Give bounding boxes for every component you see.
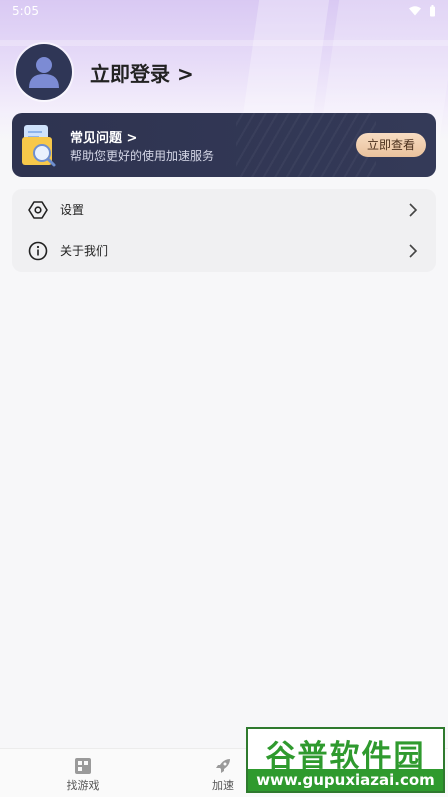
- watermark-logo: 谷普软件园 www.gupuxiazai.com: [246, 727, 445, 793]
- battery-icon: [430, 5, 435, 17]
- menu-item-label: 设置: [60, 203, 85, 217]
- menu-item-settings[interactable]: 设置: [12, 189, 436, 230]
- menu-item-about[interactable]: 关于我们: [12, 230, 436, 271]
- settings-menu: 设置 关于我们: [12, 189, 436, 272]
- login-link[interactable]: 立即登录 >: [90, 58, 194, 87]
- user-icon: [29, 57, 59, 88]
- wifi-icon: [409, 6, 421, 16]
- tab-label: 加速: [212, 779, 234, 792]
- info-icon: [28, 241, 48, 260]
- profile-header[interactable]: 立即登录 >: [16, 44, 194, 100]
- tab-find-games[interactable]: 找游戏: [48, 757, 118, 793]
- faq-document-search-icon: [22, 125, 56, 167]
- faq-banner[interactable]: 常见问题 > 帮助您更好的使用加速服务 立即查看: [12, 113, 436, 177]
- faq-subtitle: 帮助您更好的使用加速服务: [70, 149, 215, 163]
- watermark-url: www.gupuxiazai.com: [248, 769, 443, 791]
- status-bar: 5:05: [0, 0, 448, 22]
- view-now-button[interactable]: 立即查看: [356, 133, 426, 157]
- chevron-right-icon: [409, 243, 418, 258]
- menu-item-label: 关于我们: [60, 244, 109, 258]
- chevron-right-icon: [409, 202, 418, 217]
- tab-label: 找游戏: [66, 779, 100, 792]
- game-grid-icon: [75, 758, 91, 774]
- rocket-icon: [216, 759, 230, 773]
- avatar[interactable]: [16, 44, 72, 100]
- faq-title: 常见问题 >: [70, 131, 138, 146]
- hexagon-settings-icon: [28, 200, 48, 219]
- status-time: 5:05: [12, 4, 39, 18]
